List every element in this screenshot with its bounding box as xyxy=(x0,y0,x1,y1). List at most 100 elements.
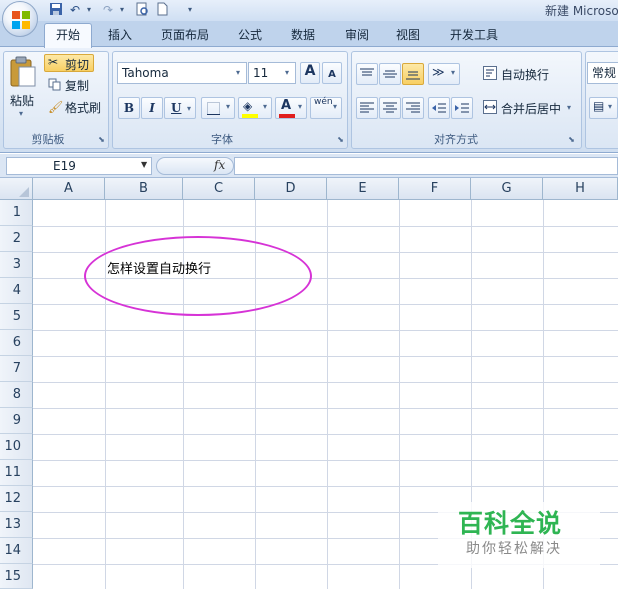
paste-icon[interactable] xyxy=(8,56,38,87)
column-header-g[interactable]: G xyxy=(471,178,543,200)
grow-font-button[interactable]: A xyxy=(300,62,320,84)
align-center-button[interactable] xyxy=(379,97,401,119)
row-header-10[interactable]: 10 xyxy=(0,434,33,460)
row-header-5[interactable]: 5 xyxy=(0,304,33,330)
row-header-7[interactable]: 7 xyxy=(0,356,33,382)
italic-button[interactable]: I xyxy=(141,97,163,119)
fill-color-button[interactable]: ◈ ▾ xyxy=(238,97,272,119)
row-header-3[interactable]: 3 xyxy=(0,252,33,278)
insert-function-icon[interactable]: fx xyxy=(214,158,225,172)
column-header-h[interactable]: H xyxy=(543,178,618,200)
gridline xyxy=(33,226,618,227)
font-name-dropdown-icon[interactable]: ▾ xyxy=(236,63,240,83)
name-box-dropdown-icon[interactable]: ▼ xyxy=(141,160,147,169)
font-color-label: A xyxy=(281,98,292,113)
tab-view[interactable]: 视图 xyxy=(396,26,420,47)
column-header-c[interactable]: C xyxy=(183,178,255,200)
align-top-button[interactable] xyxy=(356,63,378,85)
align-bottom-button[interactable] xyxy=(402,63,424,85)
gridline xyxy=(33,460,618,461)
align-left-button[interactable] xyxy=(356,97,378,119)
accounting-format-dropdown-icon[interactable]: ▾ xyxy=(608,102,612,111)
bold-button[interactable]: B xyxy=(118,97,140,119)
decrease-indent-button[interactable] xyxy=(428,97,450,119)
column-header-f[interactable]: F xyxy=(399,178,471,200)
font-size-combo[interactable]: 11 ▾ xyxy=(248,62,296,84)
tab-home[interactable]: 开始 xyxy=(44,23,92,48)
font-size-dropdown-icon[interactable]: ▾ xyxy=(285,63,289,83)
row-header-13[interactable]: 13 xyxy=(0,512,33,538)
font-size-value: 11 xyxy=(253,66,269,80)
row-header-11[interactable]: 11 xyxy=(0,460,33,486)
office-button[interactable] xyxy=(2,1,38,37)
orientation-button[interactable]: ≫ ▾ xyxy=(428,63,460,85)
watermark-subtitle: 助你轻松解决 xyxy=(466,541,562,557)
cut-button[interactable]: ✂ 剪切 xyxy=(44,54,94,72)
paste-button[interactable]: 粘贴 xyxy=(10,92,34,109)
clipboard-launcher-icon[interactable]: ⬊ xyxy=(97,135,106,144)
column-header-d[interactable]: D xyxy=(255,178,327,200)
row-header-9[interactable]: 9 xyxy=(0,408,33,434)
wrap-text-button[interactable]: 自动换行 xyxy=(501,66,549,83)
align-top-icon xyxy=(360,68,374,76)
align-bottom-icon xyxy=(406,71,420,80)
align-right-button[interactable] xyxy=(402,97,424,119)
column-header-e[interactable]: E xyxy=(327,178,399,200)
row-header-8[interactable]: 8 xyxy=(0,382,33,408)
merge-center-icon xyxy=(483,100,497,114)
row-header-6[interactable]: 6 xyxy=(0,330,33,356)
phonetic-button[interactable]: wén ▾ xyxy=(310,97,342,119)
paste-dropdown-icon[interactable]: ▾ xyxy=(19,109,23,118)
underline-dropdown-icon[interactable]: ▾ xyxy=(187,98,191,118)
shrink-font-button[interactable]: A xyxy=(322,62,342,84)
column-header-b[interactable]: B xyxy=(105,178,183,200)
number-format-combo[interactable]: 常规 xyxy=(587,62,618,84)
select-all-corner[interactable] xyxy=(0,178,33,200)
row-header-1[interactable]: 1 xyxy=(0,200,33,226)
align-middle-button[interactable] xyxy=(379,63,401,85)
name-box[interactable]: E19 xyxy=(6,157,152,175)
new-document-icon[interactable] xyxy=(154,2,170,18)
tab-page-layout[interactable]: 页面布局 xyxy=(161,26,209,47)
row-header-12[interactable]: 12 xyxy=(0,486,33,512)
clipboard-group-label: 剪贴板 xyxy=(31,133,65,146)
row-header-14[interactable]: 14 xyxy=(0,538,33,564)
tab-data[interactable]: 数据 xyxy=(291,26,315,47)
tab-formulas[interactable]: 公式 xyxy=(238,26,262,47)
alignment-launcher-icon[interactable]: ⬊ xyxy=(567,135,576,144)
format-painter-button[interactable]: 格式刷 xyxy=(65,99,101,116)
undo-icon[interactable]: ↶ xyxy=(67,2,83,18)
copy-button[interactable]: 复制 xyxy=(65,77,89,94)
font-color-swatch xyxy=(279,114,295,118)
save-icon[interactable] xyxy=(48,2,64,18)
tab-review[interactable]: 审阅 xyxy=(345,26,369,47)
column-header-a[interactable]: A xyxy=(33,178,105,200)
font-color-dropdown-icon[interactable]: ▾ xyxy=(298,102,302,111)
undo-dropdown-icon[interactable]: ▾ xyxy=(85,2,93,18)
row-header-15[interactable]: 15 xyxy=(0,564,33,589)
merge-center-dropdown-icon[interactable]: ▾ xyxy=(567,103,571,112)
gridline xyxy=(33,382,618,383)
phonetic-dropdown-icon[interactable]: ▾ xyxy=(333,102,337,111)
customize-toolbar-icon[interactable]: ▾ xyxy=(186,2,194,18)
row-header-2[interactable]: 2 xyxy=(0,226,33,252)
borders-dropdown-icon[interactable]: ▾ xyxy=(226,102,230,111)
print-preview-icon[interactable] xyxy=(134,2,150,18)
font-launcher-icon[interactable]: ⬊ xyxy=(336,135,345,144)
accounting-format-button[interactable]: ▤ ▾ xyxy=(589,97,618,119)
tab-insert[interactable]: 插入 xyxy=(108,26,132,47)
row-header-4[interactable]: 4 xyxy=(0,278,33,304)
merge-center-button[interactable]: 合并后居中 xyxy=(501,100,561,117)
font-color-button[interactable]: A ▾ xyxy=(275,97,307,119)
formula-input[interactable] xyxy=(234,157,618,175)
redo-icon[interactable]: ↷ xyxy=(100,2,116,18)
tab-developer[interactable]: 开发工具 xyxy=(450,26,498,47)
borders-button[interactable]: ▾ xyxy=(201,97,235,119)
font-name-combo[interactable]: Tahoma ▾ xyxy=(117,62,247,84)
orientation-dropdown-icon[interactable]: ▾ xyxy=(451,68,455,77)
redo-dropdown-icon[interactable]: ▾ xyxy=(118,2,126,18)
fill-color-dropdown-icon[interactable]: ▾ xyxy=(263,102,267,111)
align-middle-icon xyxy=(383,70,397,78)
underline-button[interactable]: U ▾ xyxy=(164,97,196,119)
increase-indent-button[interactable] xyxy=(451,97,473,119)
